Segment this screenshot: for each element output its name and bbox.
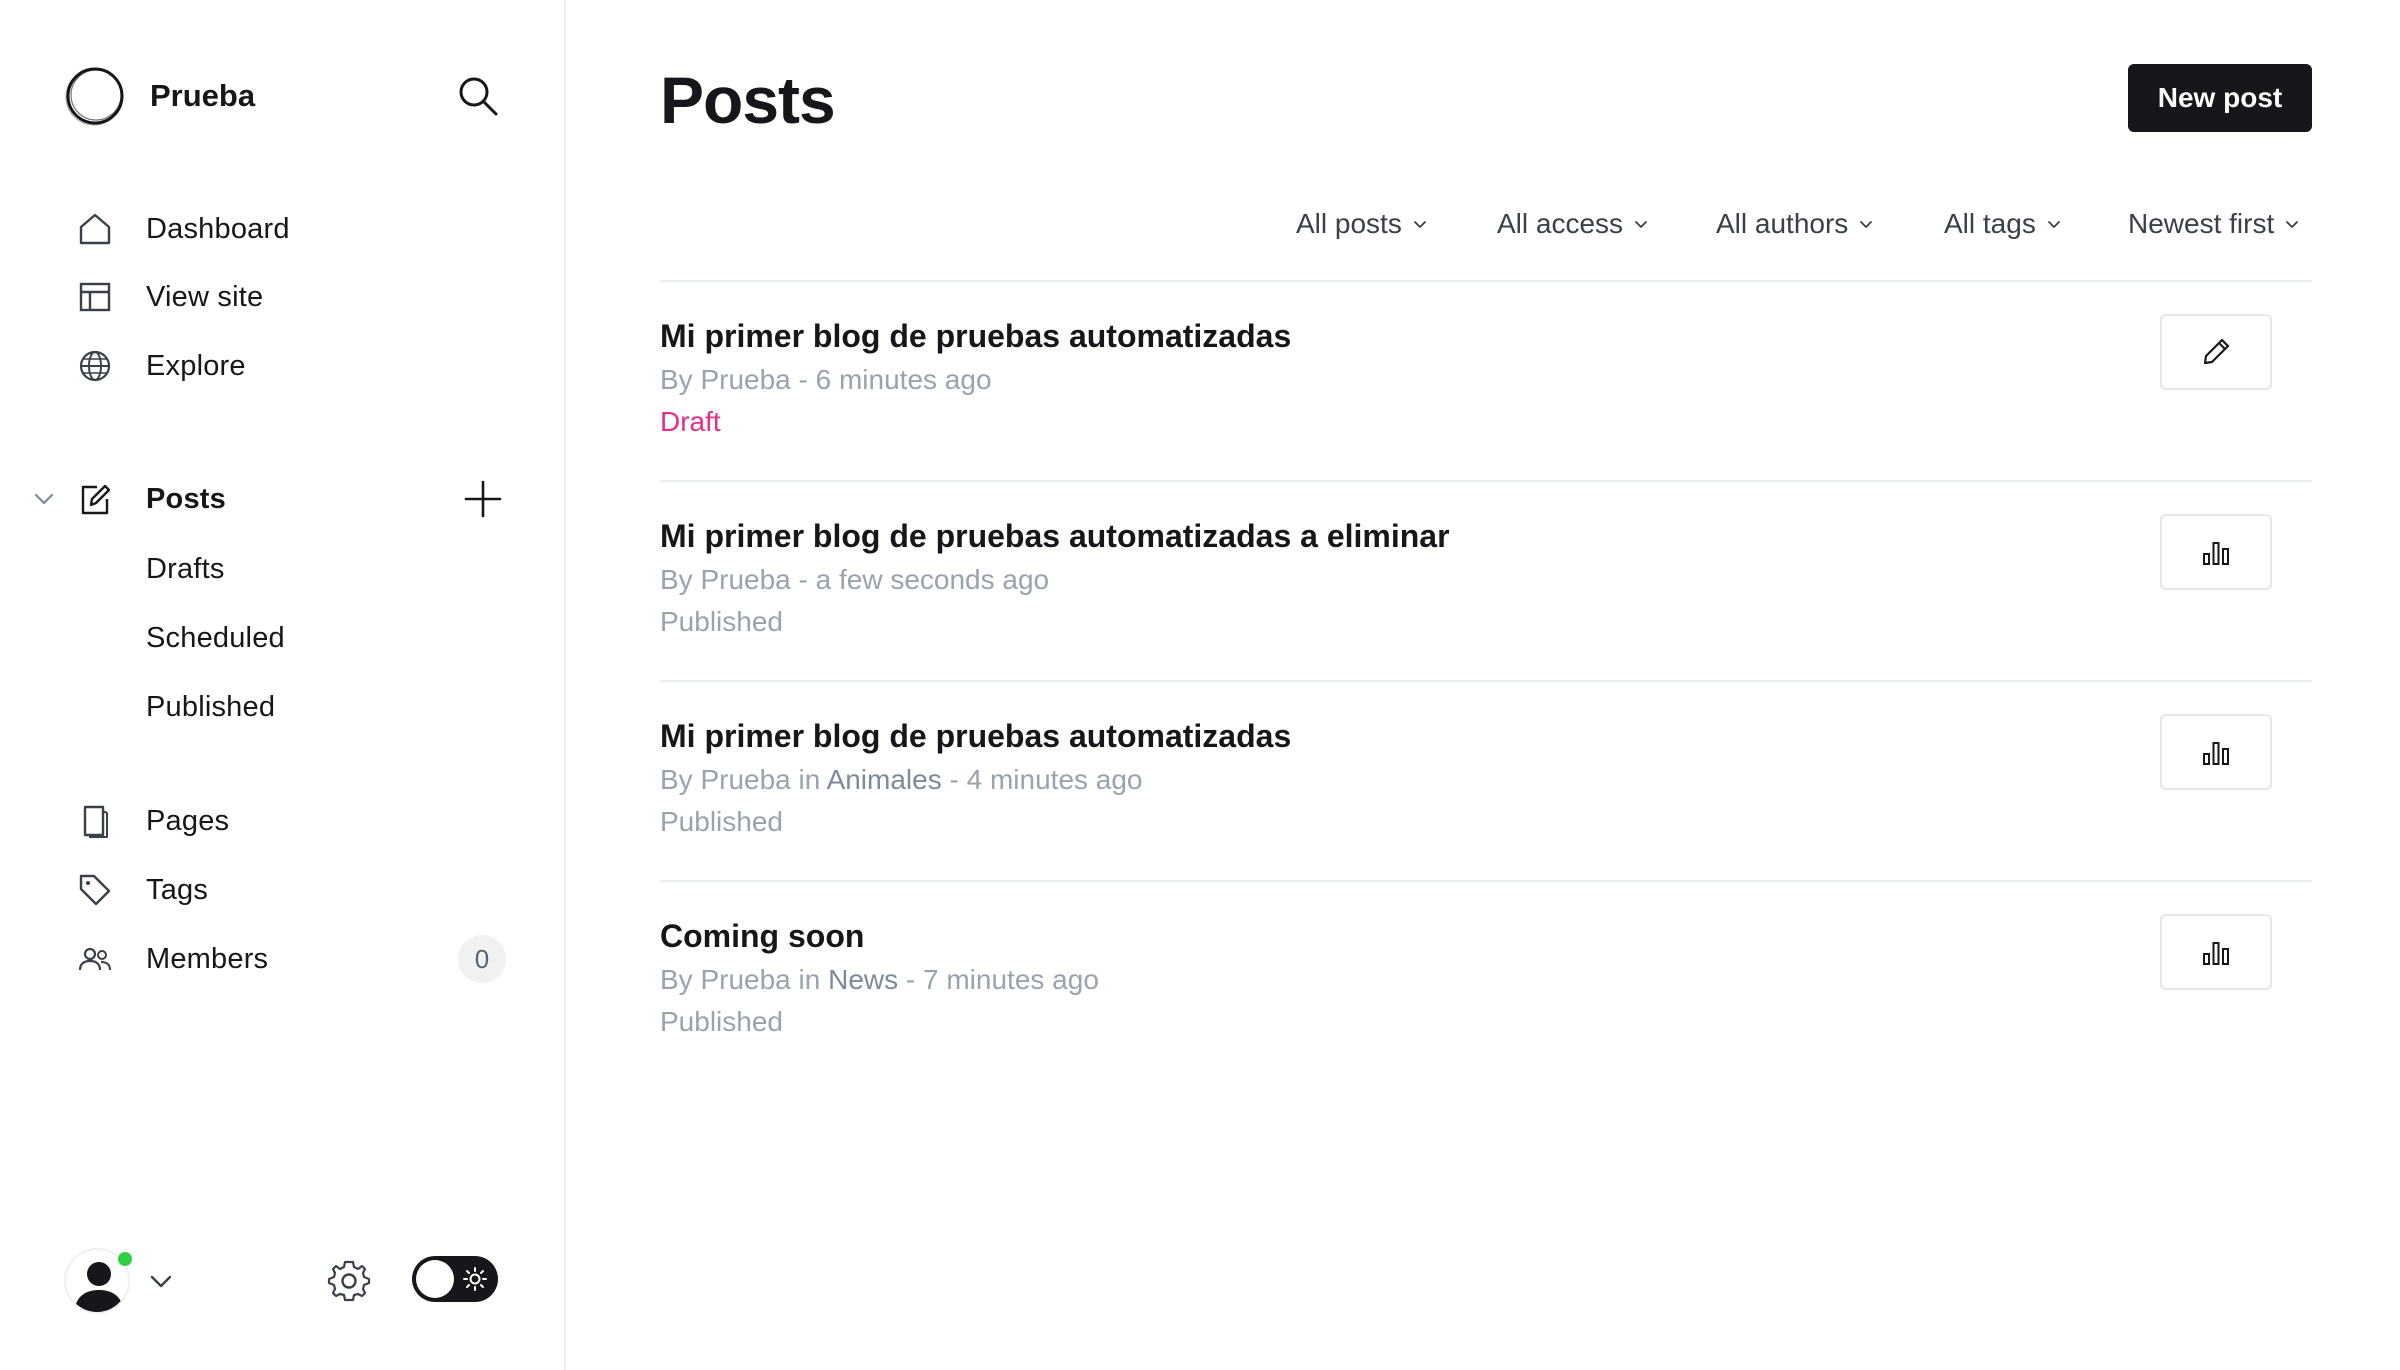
site-name: Prueba (150, 78, 256, 113)
post-time: - a few seconds ago (790, 564, 1050, 595)
layout-icon (76, 278, 114, 316)
post-author: By Prueba (660, 564, 791, 595)
post-author: By Prueba (660, 964, 791, 995)
nav-members-label: Members (146, 942, 269, 975)
filter-access-label: All access (1497, 208, 1624, 239)
nav-view-site[interactable]: View site (0, 268, 566, 326)
post-status: Published (660, 606, 783, 637)
brand[interactable]: Prueba (64, 64, 255, 128)
nav-pages[interactable]: Pages (0, 792, 566, 850)
post-row[interactable]: Coming soon By Prueba in News - 7 minute… (660, 880, 2312, 1078)
chevron-down-icon (2286, 221, 2299, 228)
chevron-down-icon (2047, 221, 2060, 228)
post-title[interactable]: Mi primer blog de pruebas automatizadas (660, 718, 1291, 755)
nav-drafts[interactable]: Drafts (0, 540, 566, 598)
post-row[interactable]: Mi primer blog de pruebas automatizadas … (660, 680, 2312, 878)
post-analytics-button[interactable] (2160, 514, 2272, 590)
post-meta: By Prueba - a few seconds ago (660, 564, 1049, 596)
chevron-down-icon[interactable] (30, 485, 58, 513)
members-icon (76, 940, 114, 978)
filter-bar: All posts All access All authors All tag… (568, 204, 2312, 244)
filter-order[interactable]: Newest first (2128, 204, 2300, 244)
post-meta: By Prueba in Animales - 4 minutes ago (660, 764, 1143, 796)
nav-published[interactable]: Published (0, 678, 566, 736)
sun-icon (463, 1267, 487, 1291)
post-title[interactable]: Mi primer blog de pruebas automatizadas … (660, 518, 1450, 555)
post-meta: By Prueba in News - 7 minutes ago (660, 964, 1099, 996)
post-row[interactable]: Mi primer blog de pruebas automatizadas … (660, 480, 2312, 678)
post-author: By Prueba (660, 364, 791, 395)
nav-explore-label: Explore (146, 349, 246, 382)
sidebar: Prueba Dashboard View site Explore Posts (0, 0, 566, 1370)
nav-view-site-label: View site (146, 280, 264, 313)
add-post-icon[interactable] (462, 478, 504, 520)
circle-logo-icon (65, 67, 124, 126)
nav-dashboard-label: Dashboard (146, 212, 290, 245)
nav-pages-label: Pages (146, 804, 230, 837)
post-analytics-button[interactable] (2160, 714, 2272, 790)
home-icon (76, 210, 114, 248)
nav-scheduled-label: Scheduled (146, 621, 285, 654)
post-status: Published (660, 806, 783, 837)
main-content: Posts New post All posts All access All … (568, 0, 2400, 1370)
nav-scheduled[interactable]: Scheduled (0, 609, 566, 667)
new-post-button[interactable]: New post (2128, 64, 2312, 132)
filter-type-label: All posts (1296, 208, 1402, 239)
filter-tags[interactable]: All tags (1944, 204, 2062, 244)
post-row[interactable]: Mi primer blog de pruebas automatizadas … (660, 280, 2312, 478)
tag-icon (76, 871, 114, 909)
nav-dashboard[interactable]: Dashboard (0, 200, 566, 258)
nav-published-label: Published (146, 690, 276, 723)
post-tag[interactable]: Animales (827, 764, 942, 795)
gear-icon[interactable] (326, 1258, 372, 1304)
chevron-down-icon (1860, 221, 1873, 228)
nav-drafts-label: Drafts (146, 552, 225, 585)
post-status: Published (660, 1006, 783, 1037)
nav-explore[interactable]: Explore (0, 337, 566, 395)
search-icon[interactable] (456, 74, 500, 118)
post-meta-in: in (790, 764, 827, 795)
post-analytics-button[interactable] (2160, 914, 2272, 990)
nav-tags[interactable]: Tags (0, 861, 566, 919)
post-author: By Prueba (660, 764, 791, 795)
chevron-down-icon (1413, 221, 1426, 228)
nav-members[interactable]: Members 0 (0, 930, 566, 988)
filter-type[interactable]: All posts (1296, 204, 1428, 244)
globe-icon (76, 347, 114, 385)
pencil-icon (2203, 338, 2230, 365)
analytics-icon (2203, 542, 2229, 565)
filter-authors-label: All authors (1716, 208, 1849, 239)
filter-tags-label: All tags (1944, 208, 2036, 239)
post-status: Draft (660, 406, 721, 437)
filter-access[interactable]: All access (1497, 204, 1649, 244)
page-title: Posts (660, 63, 836, 137)
theme-toggle[interactable] (412, 1256, 498, 1302)
filter-order-label: Newest first (2128, 208, 2275, 239)
chevron-down-icon (1635, 221, 1647, 228)
post-title[interactable]: Mi primer blog de pruebas automatizadas (660, 318, 1291, 355)
post-time: - 7 minutes ago (898, 964, 1099, 995)
filter-authors[interactable]: All authors (1716, 204, 1874, 244)
post-meta-in: in (790, 964, 829, 995)
nav-tags-label: Tags (146, 873, 209, 906)
nav-posts-label: Posts (146, 482, 226, 515)
post-time: - 4 minutes ago (941, 764, 1143, 795)
members-count-badge: 0 (458, 935, 506, 983)
post-title[interactable]: Coming soon (660, 918, 864, 955)
page-icon (76, 802, 114, 840)
analytics-icon (2203, 742, 2229, 765)
toggle-knob (416, 1260, 454, 1298)
chevron-down-icon[interactable] (146, 1266, 176, 1296)
analytics-icon (2203, 942, 2229, 965)
post-tag[interactable]: News (828, 964, 898, 995)
nav-posts[interactable]: Posts (0, 470, 566, 528)
post-time: - 6 minutes ago (790, 364, 992, 395)
online-status-dot (116, 1250, 134, 1268)
edit-icon (76, 480, 114, 518)
post-meta: By Prueba - 6 minutes ago (660, 364, 992, 396)
edit-post-button[interactable] (2160, 314, 2272, 390)
